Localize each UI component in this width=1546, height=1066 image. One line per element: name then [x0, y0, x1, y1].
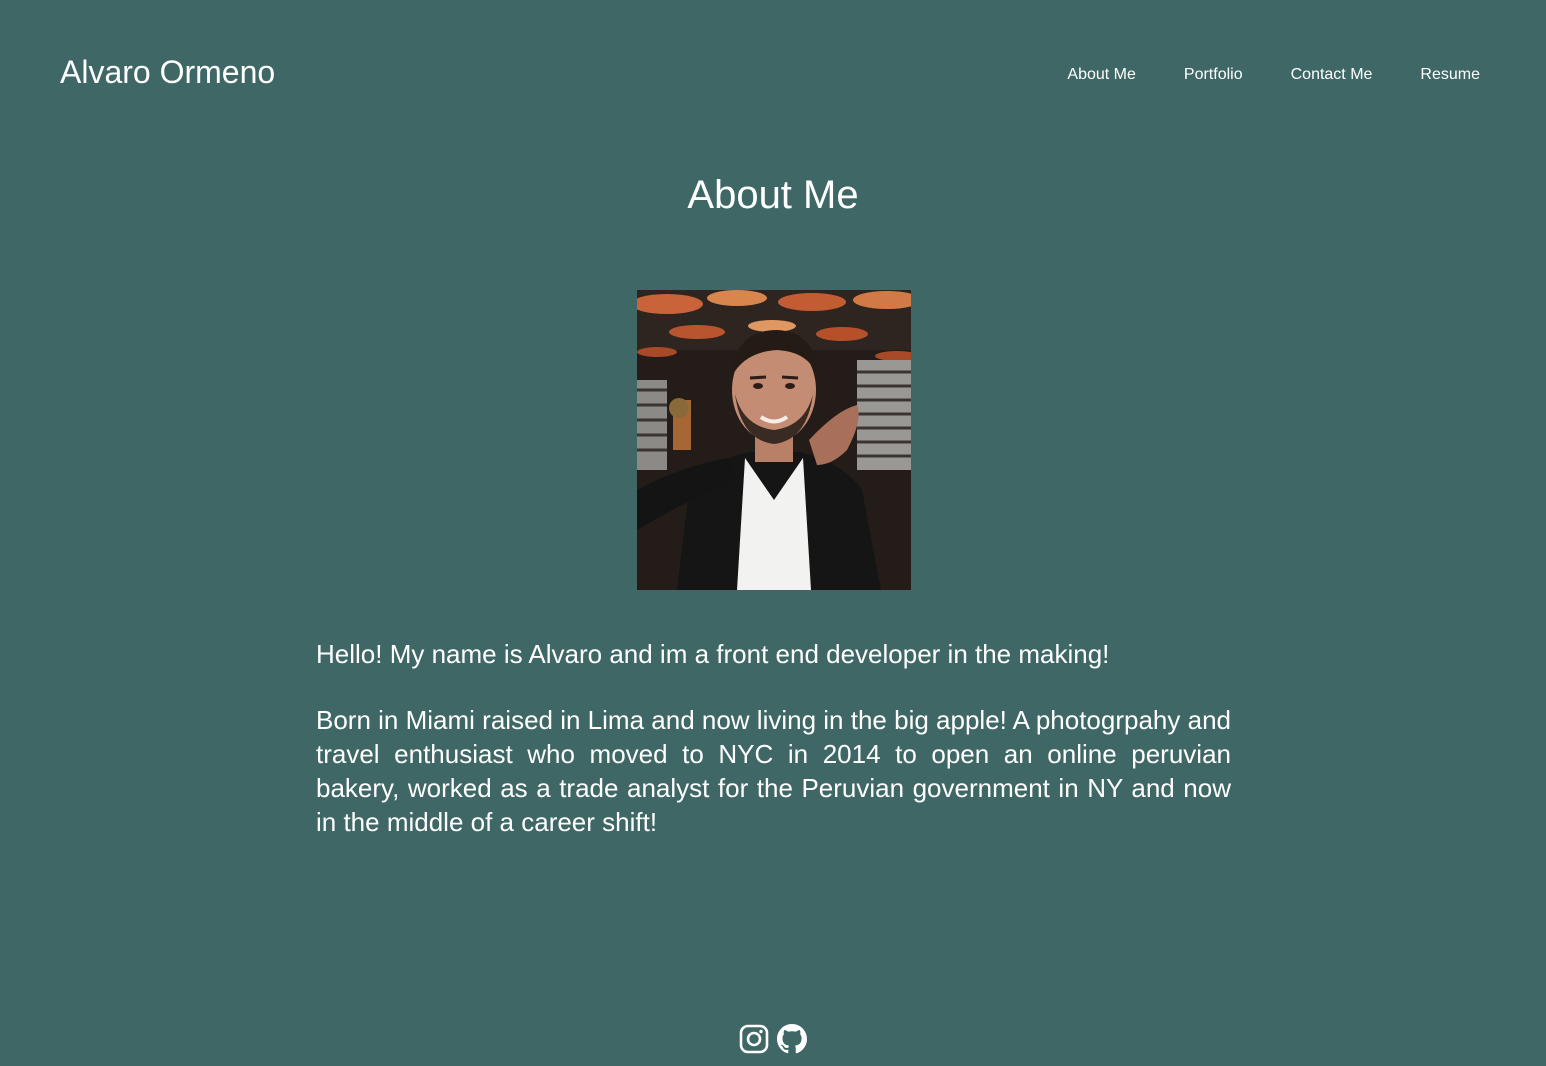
site-footer [0, 1022, 1546, 1056]
brand-name-link[interactable]: Alvaro Ormeno [60, 52, 275, 92]
github-icon [777, 1024, 807, 1054]
instagram-link[interactable] [739, 1022, 769, 1056]
site-header: Alvaro Ormeno About Me Portfolio Contact… [0, 0, 1546, 150]
profile-photo-image [637, 290, 911, 590]
instagram-icon [739, 1024, 769, 1054]
profile-photo [637, 290, 911, 590]
nav-portfolio[interactable]: Portfolio [1184, 64, 1243, 86]
nav-resume[interactable]: Resume [1420, 64, 1480, 86]
nav-contact-me[interactable]: Contact Me [1291, 64, 1373, 86]
bio-section: Hello! My name is Alvaro and im a front … [316, 637, 1231, 871]
page-title: About Me [687, 173, 859, 217]
bio-story: Born in Miami raised in Lima and now liv… [316, 705, 1231, 837]
nav-about-me[interactable]: About Me [1067, 64, 1135, 86]
page: Alvaro Ormeno About Me Portfolio Contact… [0, 0, 1546, 1066]
main-nav: About Me Portfolio Contact Me Resume [1067, 64, 1480, 86]
bio-intro: Hello! My name is Alvaro and im a front … [316, 639, 1110, 669]
github-link[interactable] [777, 1022, 807, 1056]
